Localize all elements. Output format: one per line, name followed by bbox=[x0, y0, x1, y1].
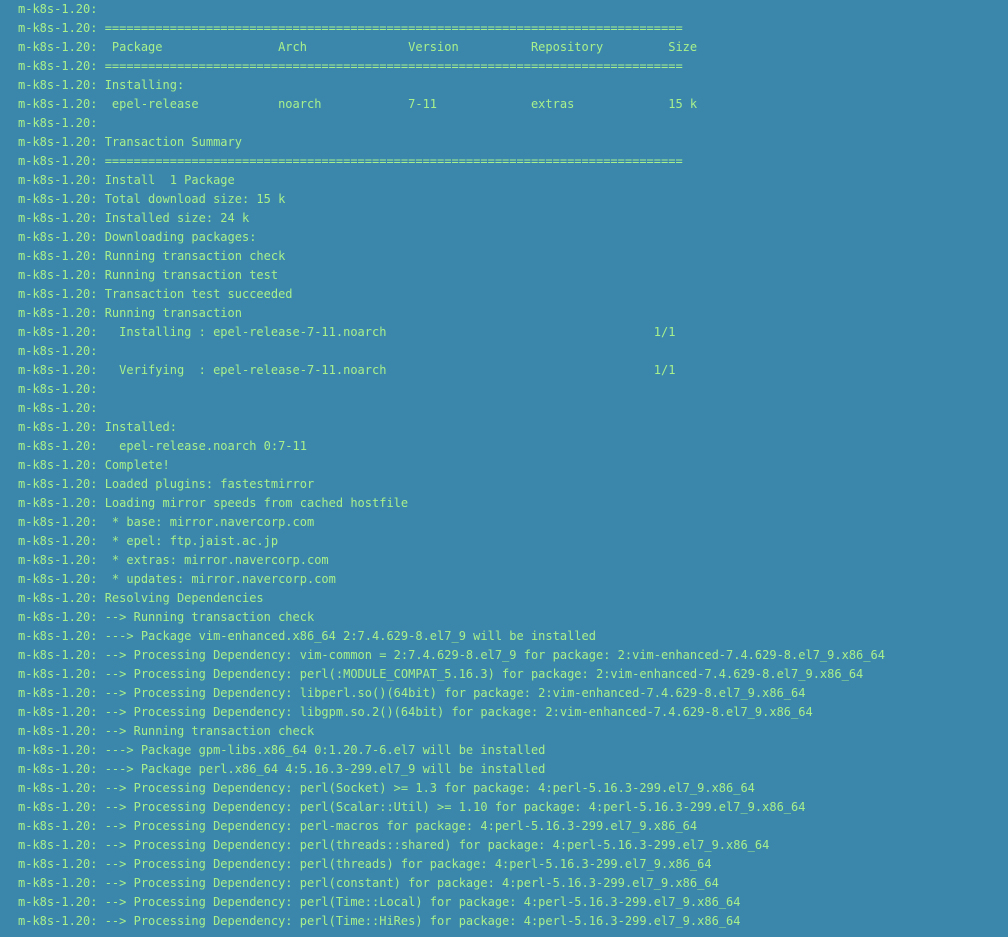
terminal-line: m-k8s-1.20: --> Processing Dependency: p… bbox=[18, 914, 741, 928]
terminal-line: m-k8s-1.20: --> Processing Dependency: p… bbox=[18, 876, 719, 890]
terminal-line: m-k8s-1.20: Loaded plugins: fastestmirro… bbox=[18, 477, 315, 491]
terminal-line: m-k8s-1.20: * updates: mirror.navercorp.… bbox=[18, 572, 336, 586]
terminal-output: m-k8s-1.20: m-k8s-1.20: ================… bbox=[18, 0, 885, 931]
terminal-line: m-k8s-1.20: Running transaction test bbox=[18, 268, 279, 282]
terminal-line: m-k8s-1.20: * extras: mirror.navercorp.c… bbox=[18, 553, 329, 567]
terminal-line: m-k8s-1.20: bbox=[18, 116, 105, 130]
terminal-line: m-k8s-1.20: Package Arch Version Reposit… bbox=[18, 40, 698, 54]
terminal-line: m-k8s-1.20: ============================… bbox=[18, 59, 683, 73]
terminal-line: m-k8s-1.20: bbox=[18, 2, 105, 16]
terminal-line: m-k8s-1.20: * base: mirror.navercorp.com bbox=[18, 515, 315, 529]
terminal-line: m-k8s-1.20: --> Processing Dependency: p… bbox=[18, 667, 864, 681]
terminal-line: m-k8s-1.20: --> Processing Dependency: p… bbox=[18, 800, 806, 814]
terminal-line: m-k8s-1.20: Transaction Summary bbox=[18, 135, 242, 149]
terminal-line: m-k8s-1.20: Install 1 Package bbox=[18, 173, 235, 187]
terminal-line: m-k8s-1.20: Complete! bbox=[18, 458, 170, 472]
terminal-window[interactable]: m-k8s-1.20: m-k8s-1.20: ================… bbox=[0, 0, 1008, 937]
terminal-line: m-k8s-1.20: ============================… bbox=[18, 21, 683, 35]
terminal-line: m-k8s-1.20: --> Processing Dependency: p… bbox=[18, 857, 712, 871]
terminal-line: m-k8s-1.20: ---> Package gpm-libs.x86_64… bbox=[18, 743, 546, 757]
terminal-line: m-k8s-1.20: Loading mirror speeds from c… bbox=[18, 496, 409, 510]
terminal-line: m-k8s-1.20: ---> Package vim-enhanced.x8… bbox=[18, 629, 596, 643]
terminal-line: m-k8s-1.20: --> Processing Dependency: l… bbox=[18, 705, 813, 719]
terminal-line: m-k8s-1.20: Installed size: 24 k bbox=[18, 211, 250, 225]
terminal-line: m-k8s-1.20: Verifying : epel-release-7-1… bbox=[18, 363, 676, 377]
terminal-line: m-k8s-1.20: bbox=[18, 382, 105, 396]
terminal-line: m-k8s-1.20: Downloading packages: bbox=[18, 230, 257, 244]
terminal-line: m-k8s-1.20: bbox=[18, 344, 105, 358]
terminal-line: m-k8s-1.20: Total download size: 15 k bbox=[18, 192, 286, 206]
terminal-line: m-k8s-1.20: ============================… bbox=[18, 154, 683, 168]
terminal-line: m-k8s-1.20: --> Running transaction chec… bbox=[18, 610, 315, 624]
terminal-line: m-k8s-1.20: Running transaction check bbox=[18, 249, 286, 263]
terminal-line: m-k8s-1.20: Transaction test succeeded bbox=[18, 287, 293, 301]
terminal-line: m-k8s-1.20: --> Processing Dependency: p… bbox=[18, 838, 770, 852]
terminal-line: m-k8s-1.20: --> Processing Dependency: p… bbox=[18, 781, 755, 795]
terminal-line: m-k8s-1.20: bbox=[18, 401, 105, 415]
terminal-line: m-k8s-1.20: --> Running transaction chec… bbox=[18, 724, 315, 738]
terminal-line: m-k8s-1.20: Installing : epel-release-7-… bbox=[18, 325, 676, 339]
terminal-line: m-k8s-1.20: --> Processing Dependency: p… bbox=[18, 895, 741, 909]
terminal-line: m-k8s-1.20: ---> Package perl.x86_64 4:5… bbox=[18, 762, 546, 776]
terminal-line: m-k8s-1.20: Installing: bbox=[18, 78, 185, 92]
terminal-line: m-k8s-1.20: epel-release noarch 7-11 ext… bbox=[18, 97, 698, 111]
terminal-line: m-k8s-1.20: Resolving Dependencies bbox=[18, 591, 264, 605]
terminal-line: m-k8s-1.20: Running transaction bbox=[18, 306, 242, 320]
terminal-line: m-k8s-1.20: Installed: bbox=[18, 420, 177, 434]
terminal-line: m-k8s-1.20: epel-release.noarch 0:7-11 bbox=[18, 439, 307, 453]
terminal-line: m-k8s-1.20: --> Processing Dependency: l… bbox=[18, 686, 806, 700]
terminal-line: m-k8s-1.20: --> Processing Dependency: v… bbox=[18, 648, 885, 662]
terminal-line: m-k8s-1.20: --> Processing Dependency: p… bbox=[18, 819, 698, 833]
terminal-line: m-k8s-1.20: * epel: ftp.jaist.ac.jp bbox=[18, 534, 279, 548]
